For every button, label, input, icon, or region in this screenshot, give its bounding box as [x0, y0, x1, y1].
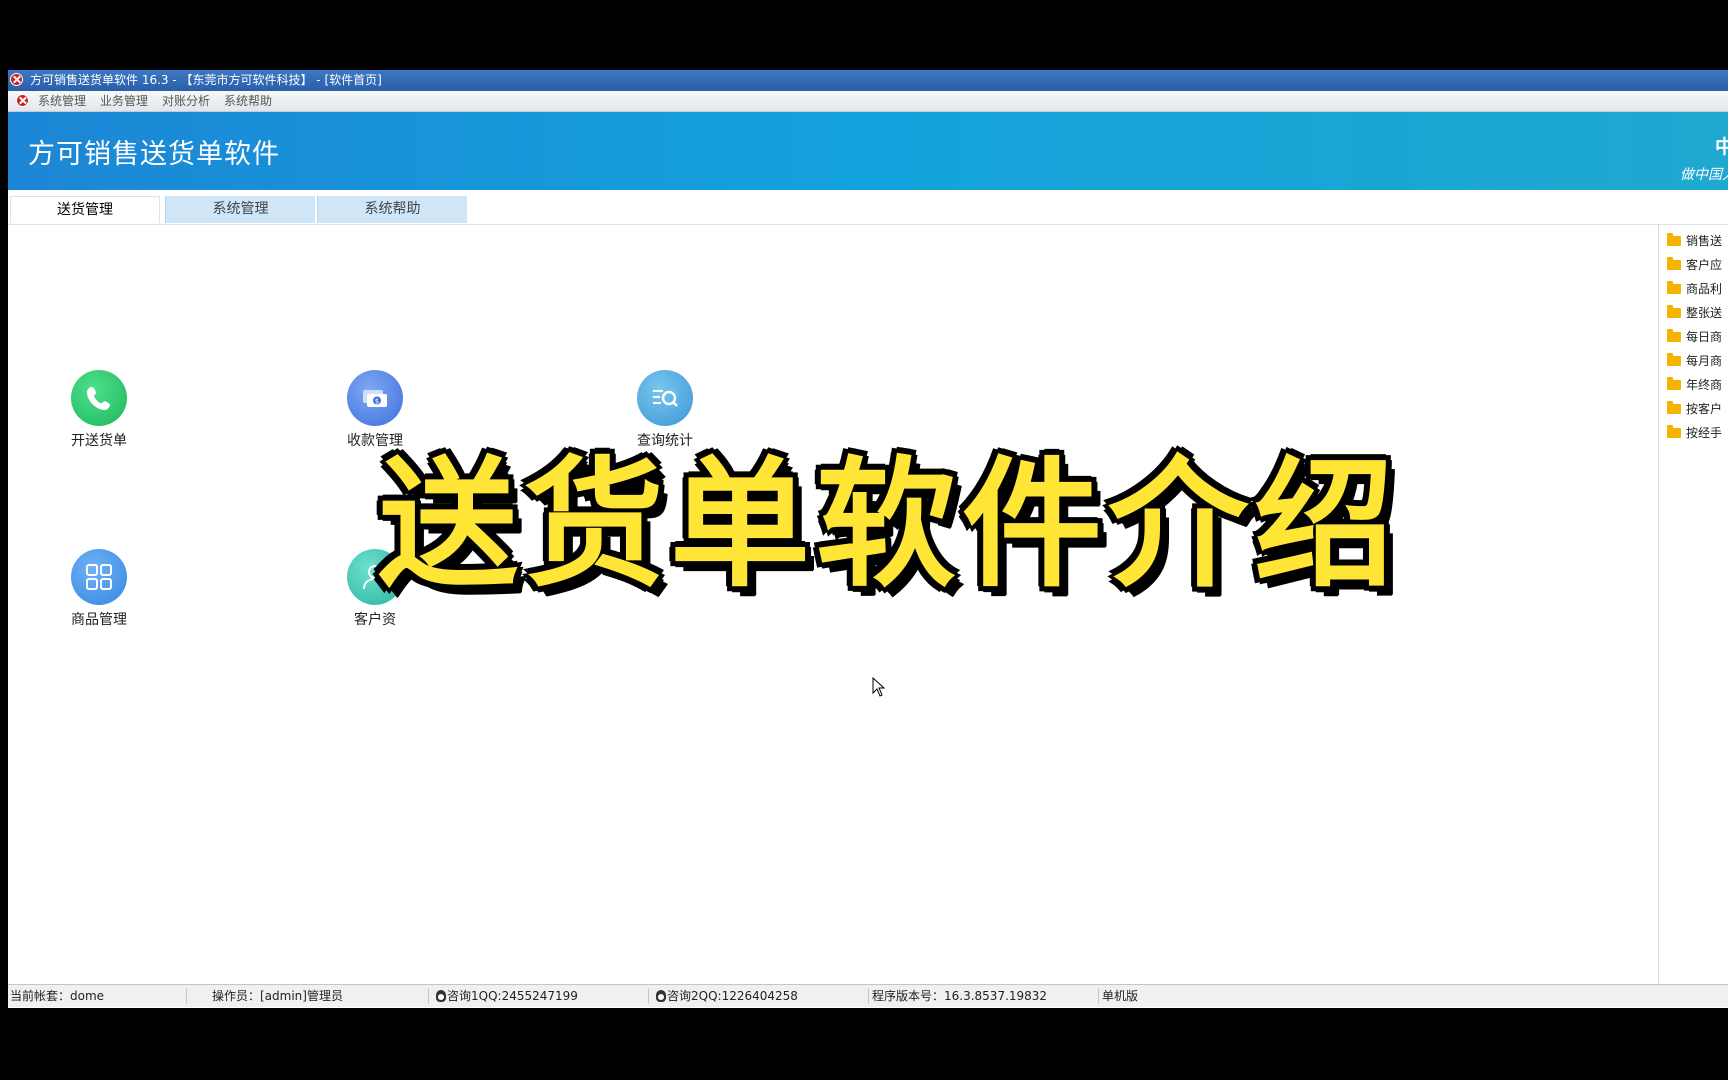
- status-divider: [868, 988, 869, 1004]
- tab-system-management[interactable]: 系统管理: [165, 196, 315, 223]
- report-item[interactable]: 销售送: [1667, 231, 1722, 251]
- status-qq2: 咨询2QQ:1226404258: [656, 985, 798, 1007]
- folder-icon: [1667, 377, 1681, 390]
- tile-product-management[interactable]: 商品管理: [44, 549, 154, 629]
- app-banner-title: 方可销售送货单软件: [28, 139, 280, 170]
- menu-item-system-help[interactable]: 系统帮助: [224, 91, 272, 111]
- tile-label: 开送货单: [71, 433, 127, 449]
- banner-slogan-bottom: 做中国人: [1680, 167, 1728, 183]
- tab-system-help[interactable]: 系统帮助: [317, 196, 467, 223]
- status-divider: [1098, 988, 1099, 1004]
- header-banner: 方可销售送货单软件 中 做中国人: [8, 112, 1728, 190]
- menu-item-system-management[interactable]: 系统管理: [38, 91, 86, 111]
- menu-item-business-management[interactable]: 业务管理: [100, 91, 148, 111]
- status-divider: [648, 988, 649, 1004]
- tile-create-delivery[interactable]: 开送货单: [44, 370, 154, 450]
- banner-slogan-top: 中: [1714, 136, 1728, 158]
- report-item[interactable]: 每日商: [1667, 327, 1722, 347]
- folder-icon: [1667, 305, 1681, 318]
- folder-icon: [1667, 257, 1681, 270]
- mouse-cursor-icon: [872, 677, 886, 697]
- grid-icon: [71, 549, 127, 605]
- status-divider: [186, 988, 187, 1004]
- svg-text:$: $: [375, 398, 379, 406]
- report-sidebar: 销售送 客户应 商品利 整张送 每日商 每月商 年终商 按客户 按经手: [1658, 225, 1728, 983]
- qq-icon: [436, 990, 446, 1002]
- report-item[interactable]: 整张送: [1667, 303, 1722, 323]
- menu-logo-icon[interactable]: [16, 94, 29, 107]
- app-logo-icon[interactable]: [10, 73, 23, 86]
- window-title: 方可销售送货单软件 16.3 - 【东莞市方可软件科技】 - [软件首页]: [30, 73, 382, 87]
- tile-label: 商品管理: [71, 612, 127, 628]
- menu-bar: 系统管理 业务管理 对账分析 系统帮助: [8, 91, 1728, 112]
- report-item[interactable]: 按客户: [1667, 399, 1722, 419]
- status-edition: 单机版: [1102, 989, 1139, 1003]
- folder-icon: [1667, 401, 1681, 414]
- status-bar: 当前帐套：dome 操作员：[admin]管理员 咨询1QQ:245524719…: [8, 984, 1728, 1007]
- status-operator: 操作员：[admin]管理员: [212, 989, 343, 1003]
- status-divider: [428, 988, 429, 1004]
- status-qq1: 咨询1QQ:2455247199: [436, 985, 578, 1007]
- folder-icon: [1667, 353, 1681, 366]
- menu-item-reconciliation[interactable]: 对账分析: [162, 91, 210, 111]
- tab-delivery-management[interactable]: 送货管理: [10, 196, 160, 223]
- folder-icon: [1667, 281, 1681, 294]
- tab-strip: 送货管理 系统管理 系统帮助: [8, 192, 1728, 225]
- report-item[interactable]: 按经手: [1667, 423, 1722, 443]
- title-bar: 方可销售送货单软件 16.3 - 【东莞市方可软件科技】 - [软件首页]: [8, 70, 1728, 91]
- folder-icon: [1667, 233, 1681, 246]
- report-item[interactable]: 年终商: [1667, 375, 1722, 395]
- folder-icon: [1667, 425, 1681, 438]
- status-version: 程序版本号：16.3.8537.19832: [872, 989, 1048, 1003]
- video-caption-overlay: 送货单软件介绍: [378, 444, 1401, 607]
- report-item[interactable]: 商品利: [1667, 279, 1722, 299]
- phone-icon: [71, 370, 127, 426]
- folder-icon: [1667, 329, 1681, 342]
- report-item[interactable]: 每月商: [1667, 351, 1722, 371]
- status-account: 当前帐套：dome: [10, 989, 105, 1003]
- report-item[interactable]: 客户应: [1667, 255, 1722, 275]
- qq-icon: [656, 990, 666, 1002]
